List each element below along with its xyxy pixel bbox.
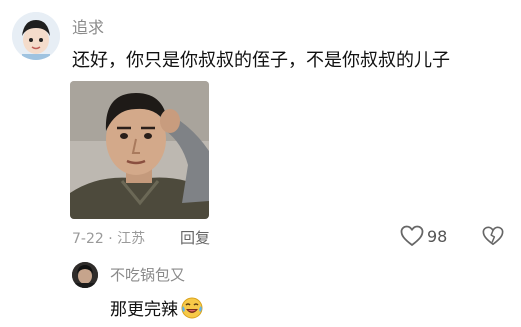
comment-image[interactable] (70, 81, 209, 219)
commenter-username[interactable]: 追求 (72, 14, 104, 38)
laughing-crying-emoji-icon (181, 297, 203, 318)
like-button[interactable]: 98 (400, 225, 447, 247)
reply-button[interactable]: 回复 (180, 227, 210, 248)
comment-location: 江苏 (117, 231, 146, 247)
reply-content: 那更完辣 (110, 295, 203, 320)
comment-meta: 7-22 · 江苏 (72, 228, 145, 248)
broken-heart-icon (482, 226, 504, 246)
like-count: 98 (427, 226, 448, 246)
man-scratching-head-photo-icon (70, 81, 209, 219)
commenter-avatar[interactable] (12, 12, 60, 60)
dislike-button[interactable] (482, 225, 504, 251)
comment-text: 还好，你只是你叔叔的侄子，不是你叔叔的儿子 (72, 50, 450, 71)
child-avatar-icon (12, 12, 60, 60)
heart-icon (400, 225, 424, 246)
meta-separator: · (108, 231, 113, 247)
reply-text: 那更完辣 (110, 300, 178, 320)
reply-user-avatar[interactable] (72, 262, 98, 288)
comment-date: 7-22 (72, 231, 104, 247)
reply-avatar-icon (72, 262, 98, 288)
reply-username[interactable]: 不吃锅包又 (110, 264, 185, 285)
